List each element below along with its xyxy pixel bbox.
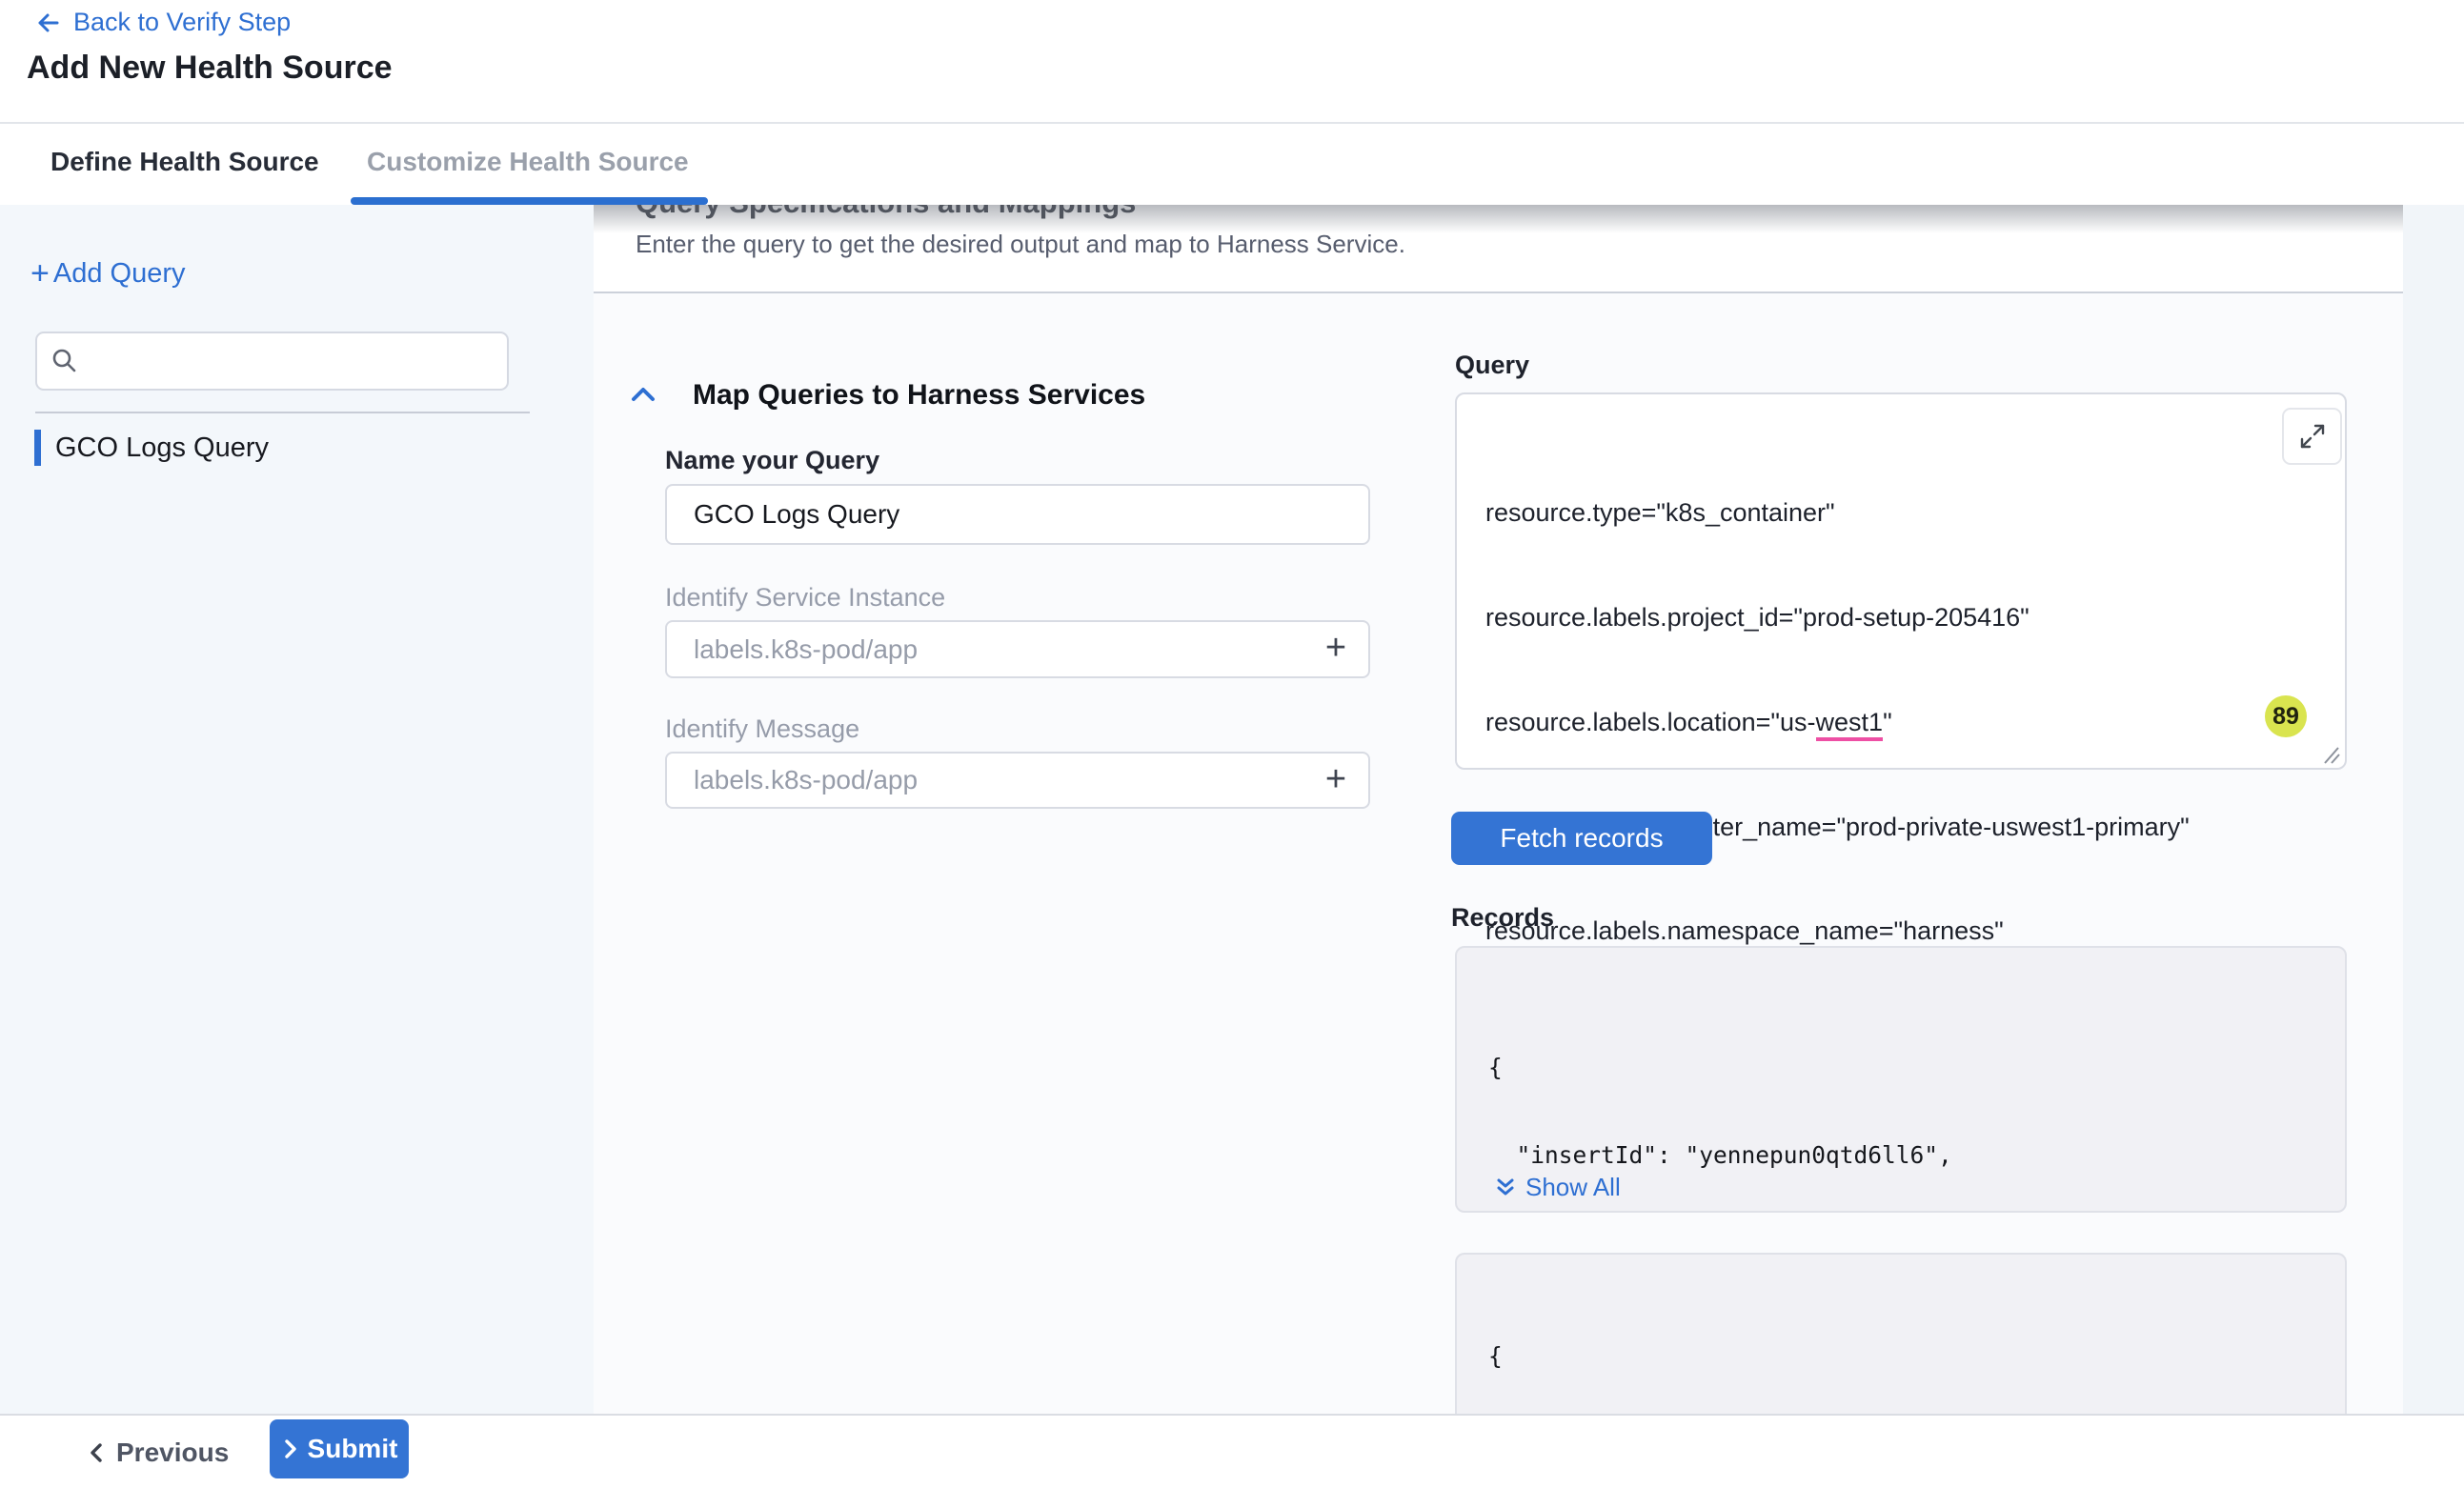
right-gutter [2403, 205, 2464, 1414]
chevron-right-icon [281, 1438, 300, 1460]
collapse-chevron-up-icon[interactable] [627, 381, 659, 410]
fetch-records-button[interactable]: Fetch records [1451, 812, 1712, 865]
scroll-shadow [594, 205, 2403, 233]
add-query-button[interactable]: + Add Query [30, 257, 186, 290]
identify-service-instance-label: Identify Service Instance [665, 583, 945, 613]
map-queries-title: Map Queries to Harness Services [693, 379, 1145, 412]
expand-icon [2297, 421, 2328, 452]
show-all-link[interactable]: Show All [1495, 1173, 1621, 1202]
query-label: Query [1455, 351, 1529, 380]
records-label: Records [1451, 903, 1554, 933]
search-input[interactable] [35, 332, 509, 391]
query-line: resource.labels.location="us-west1" [1485, 705, 2190, 740]
record-card: { "insertId": "yennepun0qtd6ll6", "jsonP… [1455, 946, 2347, 1213]
arrow-left-icon [31, 9, 60, 37]
name-query-input[interactable] [665, 484, 1370, 545]
query-line: resource.labels.namespace_name="harness" [1485, 914, 2190, 949]
match-count-badge: 89 [2265, 695, 2307, 737]
identify-message-label: Identify Message [665, 714, 859, 744]
query-list-item-gco-logs[interactable]: GCO Logs Query [0, 430, 534, 468]
tab-define-health-source[interactable]: Define Health Source [50, 147, 319, 177]
previous-label: Previous [116, 1438, 229, 1468]
double-chevron-down-icon [1495, 1176, 1516, 1199]
back-link[interactable]: Back to Verify Step [31, 8, 291, 37]
query-line: resource.labels.project_id="prod-setup-2… [1485, 600, 2190, 635]
footer-bar: Previous Submit [0, 1414, 2464, 1488]
expand-query-button[interactable] [2282, 408, 2342, 465]
query-search [35, 332, 509, 391]
identify-message-input[interactable] [665, 752, 1370, 809]
record-json: { "insertId": "r6rk2tnah3owf5eh", "jsonP… [1488, 1284, 2346, 1414]
section-header: Query Specifications and Mappings Enter … [594, 205, 2403, 293]
add-message-path-icon[interactable]: + [1317, 761, 1355, 799]
plus-icon: + [30, 257, 50, 290]
query-line: resource.type="k8s_container" [1485, 495, 2190, 531]
identify-service-instance-input[interactable] [665, 620, 1370, 678]
record-card: { "insertId": "r6rk2tnah3owf5eh", "jsonP… [1455, 1253, 2347, 1414]
show-all-label: Show All [1525, 1173, 1621, 1202]
selected-item-bar [34, 430, 41, 466]
chevron-left-icon [86, 1441, 107, 1464]
sidebar: + Add Query GCO Logs Query [0, 205, 594, 1414]
submit-button[interactable]: Submit [270, 1419, 409, 1478]
query-item-label: GCO Logs Query [55, 432, 269, 464]
active-tab-underline [351, 197, 708, 205]
spellcheck-underline: west1 [1816, 708, 1884, 741]
add-query-label: Add Query [53, 258, 186, 290]
header: Back to Verify Step Add New Health Sourc… [0, 0, 2464, 124]
page: Back to Verify Step Add New Health Sourc… [0, 0, 2464, 1488]
search-icon [49, 345, 81, 382]
back-link-label: Back to Verify Step [73, 8, 291, 37]
query-editor[interactable]: resource.type="k8s_container" resource.l… [1455, 392, 2347, 770]
add-service-instance-path-icon[interactable]: + [1317, 630, 1355, 668]
resize-handle[interactable] [2319, 744, 2342, 765]
name-query-label: Name your Query [665, 446, 879, 475]
previous-button[interactable]: Previous [80, 1416, 234, 1488]
tab-customize-health-source[interactable]: Customize Health Source [367, 147, 689, 177]
page-title: Add New Health Source [27, 50, 393, 87]
tab-bar: Define Health Source Customize Health So… [0, 124, 2464, 207]
section-description: Enter the query to get the desired outpu… [636, 230, 1405, 259]
sidebar-divider [35, 412, 530, 413]
submit-label: Submit [308, 1434, 398, 1464]
